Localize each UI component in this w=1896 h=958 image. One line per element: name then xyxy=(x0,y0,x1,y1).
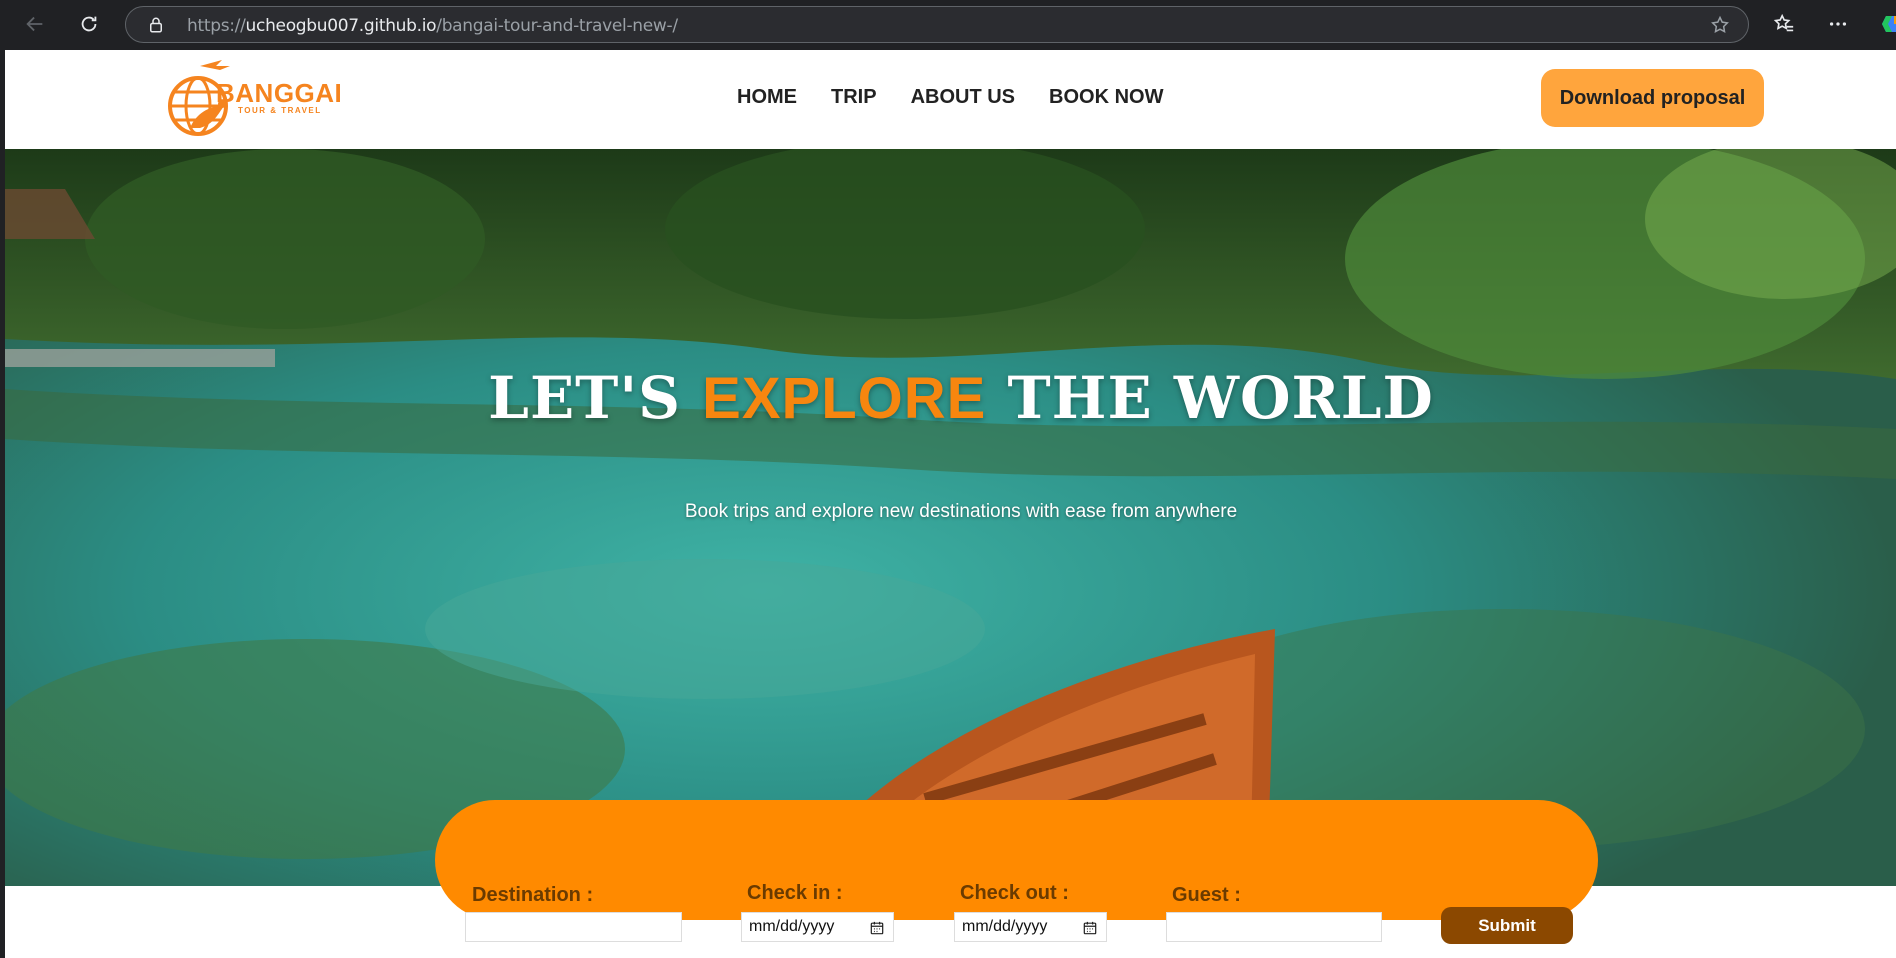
favorites-button[interactable] xyxy=(1766,6,1802,42)
calendar-icon[interactable] xyxy=(1083,921,1097,935)
favorites-icon xyxy=(1773,13,1794,32)
reload-icon xyxy=(81,16,97,32)
hero-title: LET'S EXPLORE THE WORLD xyxy=(5,364,1896,432)
copilot-icon[interactable] xyxy=(1880,12,1896,36)
destination-label: Destination : xyxy=(472,884,594,906)
more-menu-button[interactable] xyxy=(1820,6,1856,42)
download-proposal-button[interactable]: Download proposal xyxy=(1541,69,1764,127)
hero-subtitle: Book trips and explore new destinations … xyxy=(684,501,1238,522)
nav-book-now[interactable]: BOOK NOW xyxy=(1049,86,1163,109)
url-scheme: https:// xyxy=(187,16,246,36)
checkin-placeholder: mm/dd/yyyy xyxy=(749,918,835,935)
nav-trip[interactable]: TRIP xyxy=(831,86,877,109)
checkin-date-input[interactable]: mm/dd/yyyy xyxy=(741,912,894,942)
reload-button[interactable] xyxy=(71,6,107,42)
guest-input[interactable] xyxy=(1166,912,1382,942)
calendar-icon[interactable] xyxy=(870,921,884,935)
checkin-label: Check in : xyxy=(747,882,843,904)
destination-input[interactable] xyxy=(465,912,682,942)
hero-title-part2: THE WORLD xyxy=(986,364,1434,432)
url-text: https://ucheogbu007.github.io/bangai-tou… xyxy=(187,16,678,36)
guest-label: Guest : xyxy=(1172,884,1241,906)
logo-text: BANGGAI xyxy=(216,78,343,108)
main-nav: HOME TRIP ABOUT US BOOK NOW xyxy=(737,86,1163,109)
address-bar[interactable]: https://ucheogbu007.github.io/bangai-tou… xyxy=(125,6,1749,43)
browser-toolbar: https://ucheogbu007.github.io/bangai-tou… xyxy=(0,0,1896,48)
url-path: /bangai-tour-and-travel-new-/ xyxy=(436,16,678,36)
arrow-left-icon xyxy=(26,16,43,32)
hero-title-part1: LET'S xyxy=(488,364,703,432)
star-icon[interactable] xyxy=(1710,15,1730,35)
hero-section: LET'S EXPLORE THE WORLD Book trips and e… xyxy=(5,149,1896,886)
nav-about-us[interactable]: ABOUT US xyxy=(911,86,1015,109)
nav-home[interactable]: HOME xyxy=(737,86,797,109)
checkout-placeholder: mm/dd/yyyy xyxy=(962,918,1048,935)
site-logo[interactable]: BANGGAI TOUR & TRAVEL xyxy=(160,56,360,140)
checkout-label: Check out : xyxy=(960,882,1069,904)
site-header: BANGGAI TOUR & TRAVEL HOME TRIP ABOUT US… xyxy=(5,50,1896,149)
back-button[interactable] xyxy=(17,6,53,42)
more-icon xyxy=(1829,22,1847,26)
url-host: ucheogbu007.github.io xyxy=(245,16,437,36)
logo-subtext: TOUR & TRAVEL xyxy=(238,106,322,115)
hero-title-accent: EXPLORE xyxy=(702,366,987,431)
lock-icon xyxy=(150,17,162,33)
submit-button[interactable]: Submit xyxy=(1441,907,1573,944)
checkout-date-input[interactable]: mm/dd/yyyy xyxy=(954,912,1107,942)
